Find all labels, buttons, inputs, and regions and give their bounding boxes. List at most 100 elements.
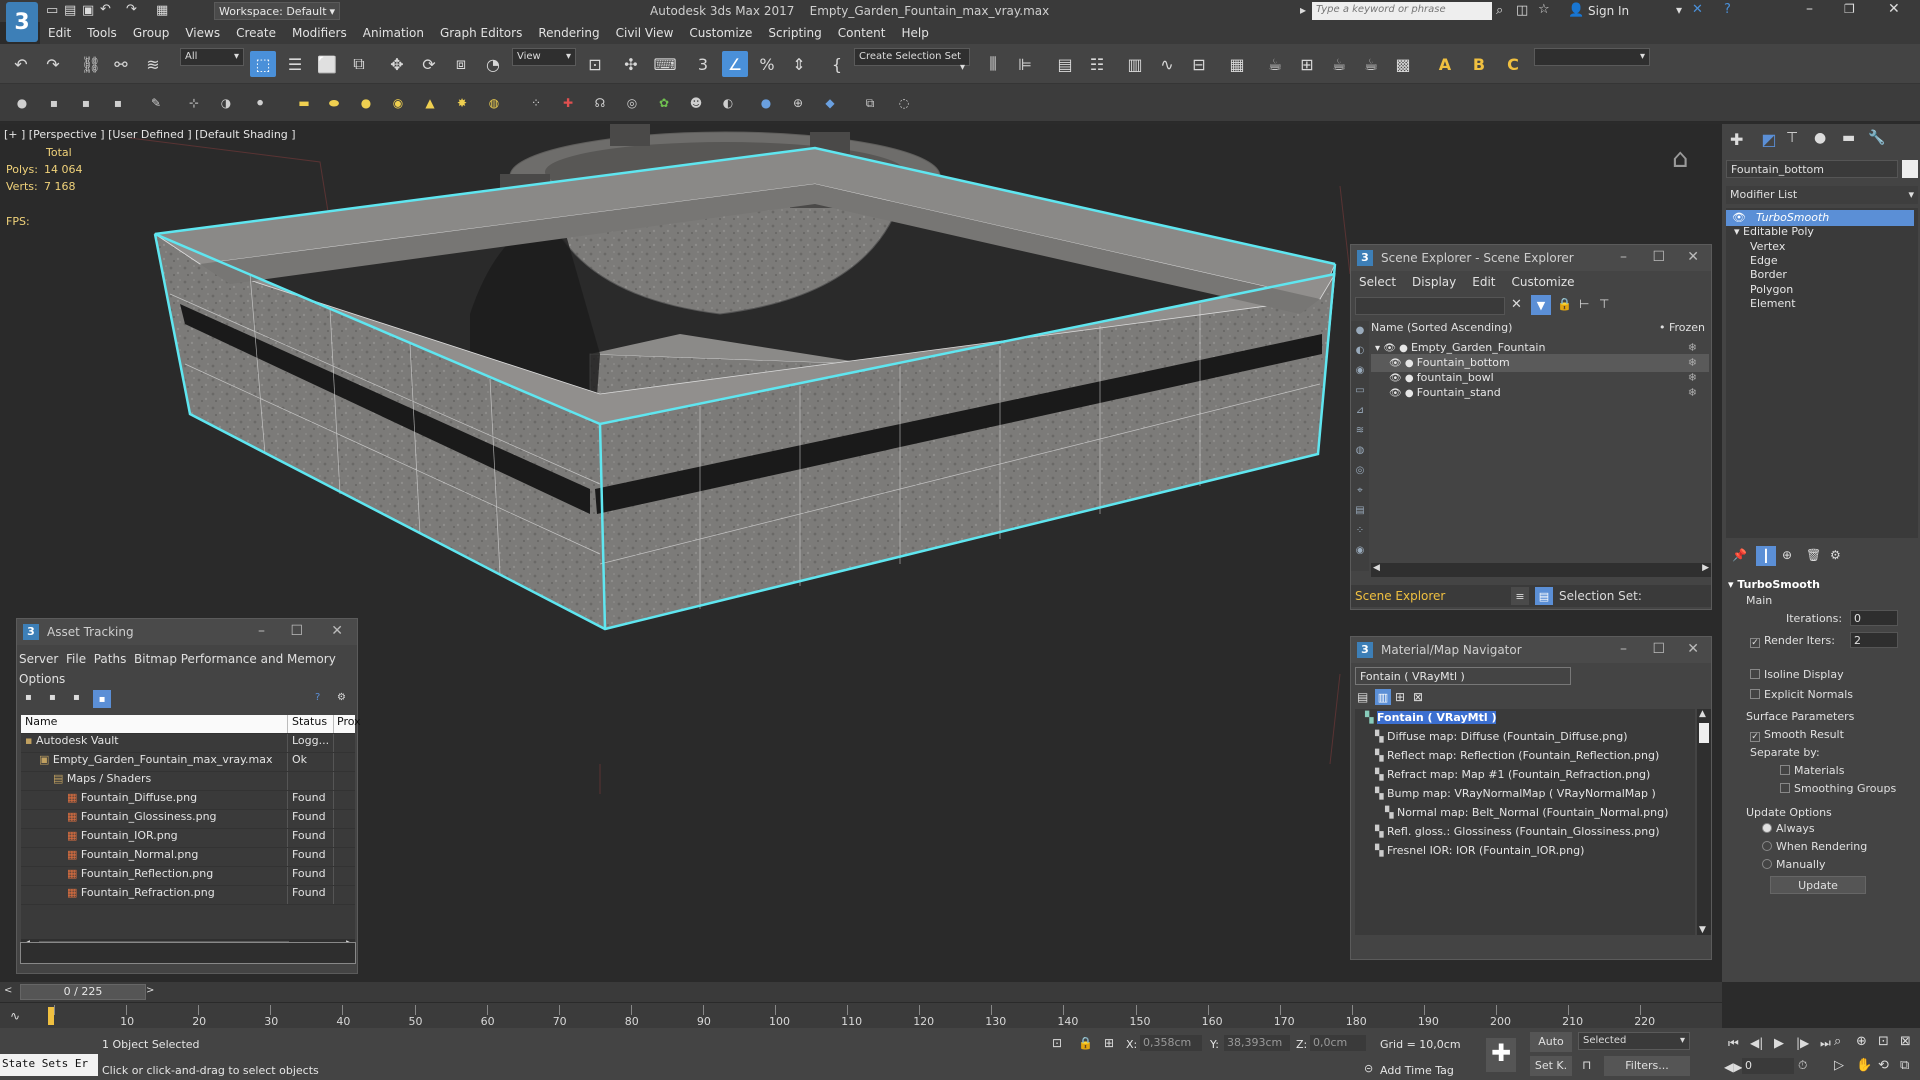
populate-icon[interactable]: ◎: [622, 93, 642, 113]
brush-icon[interactable]: ✎: [146, 93, 166, 113]
object-name-input[interactable]: Fountain_bottom: [1726, 160, 1898, 178]
menu-customize[interactable]: Customize: [681, 22, 760, 40]
figure-mode-icon[interactable]: ◐: [718, 93, 738, 113]
material-vscrollbar[interactable]: ▲ ▼: [1697, 709, 1711, 935]
layer-manager-icon[interactable]: ●: [12, 93, 32, 113]
scroll-left-icon[interactable]: ◀: [1373, 563, 1380, 573]
percent-snap-icon[interactable]: %: [754, 51, 780, 77]
play-icon[interactable]: ▶: [1774, 1036, 1784, 1051]
rectangular-selection-icon[interactable]: ⬜: [314, 51, 340, 77]
select-and-link-icon[interactable]: ⛓: [78, 51, 104, 77]
previous-frame-icon[interactable]: ◀|: [1750, 1036, 1763, 1050]
asset-row[interactable]: ▦ Fountain_Refraction.png Found: [21, 886, 355, 905]
at-menu-server[interactable]: Server: [19, 652, 58, 666]
small-icons-icon[interactable]: ⊞: [1395, 690, 1405, 704]
workspace-dropdown[interactable]: Workspace: Default ▾: [214, 2, 340, 20]
sub-object-level-item[interactable]: Element: [1726, 296, 1914, 312]
named-selection-set-dropdown[interactable]: Create Selection Set ▾: [854, 48, 970, 73]
close-icon[interactable]: ✕: [1687, 641, 1699, 657]
material-editor-icon[interactable]: ▦: [1224, 51, 1250, 77]
scene-explorer-titlebar[interactable]: 3 Scene Explorer - Scene Explorer – ☐ ✕: [1351, 245, 1711, 271]
material-tree-item[interactable]: ▚ Fontain ( VRayMtl ): [1355, 709, 1695, 728]
bone-icon[interactable]: ✚: [558, 93, 578, 113]
create-tab-icon[interactable]: ✚: [1730, 130, 1743, 149]
lock-icon[interactable]: 🔒: [1557, 297, 1572, 311]
toggle-scene-explorer-icon[interactable]: ▤: [1052, 51, 1078, 77]
save-file-icon[interactable]: ▣: [82, 3, 94, 18]
material-tree-item[interactable]: ▚ Normal map: Belt_Normal (Fountain_Norm…: [1355, 804, 1695, 823]
scene-search-input[interactable]: [1355, 297, 1505, 315]
material-tree-item[interactable]: ▚ Fresnel IOR: IOR (Fountain_IOR.png): [1355, 842, 1695, 861]
toggle-ribbon-icon[interactable]: ▥: [1122, 51, 1148, 77]
menu-content[interactable]: Content: [830, 22, 894, 40]
column-proxy[interactable]: Prox: [333, 715, 361, 733]
minimize-icon[interactable]: –: [1620, 249, 1627, 265]
toolbar-extra-dropdown[interactable]: ▾: [1534, 48, 1650, 66]
configure-modifier-sets-icon[interactable]: ⚙: [1830, 548, 1841, 562]
visibility-eye-icon[interactable]: 👁 ●: [1389, 373, 1417, 384]
minimize-icon[interactable]: –: [1620, 641, 1627, 657]
torus-primitive-icon[interactable]: ◉: [388, 93, 408, 113]
curve-editor-icon[interactable]: ∿: [1154, 51, 1180, 77]
menu-graph-editors[interactable]: Graph Editors: [432, 22, 530, 40]
scroll-thumb[interactable]: [1699, 723, 1709, 743]
large-icons-icon[interactable]: ⊠: [1413, 690, 1423, 704]
new-file-icon[interactable]: ▭: [46, 3, 58, 18]
motion-tab-icon[interactable]: ●: [1814, 130, 1826, 146]
asset-row[interactable]: ▣ Empty_Garden_Fountain_max_vray.max Ok: [21, 753, 355, 772]
menu-help[interactable]: Help: [894, 22, 937, 40]
particle-icon[interactable]: ⁘: [526, 93, 546, 113]
geosphere-icon[interactable]: ◍: [484, 93, 504, 113]
new-layer-icon[interactable]: ▪: [44, 93, 64, 113]
absolute-mode-icon[interactable]: ⊞: [1104, 1036, 1114, 1050]
menu-rendering[interactable]: Rendering: [530, 22, 607, 40]
box-primitive-icon[interactable]: ▬: [294, 93, 314, 113]
close-icon[interactable]: ✕: [1687, 249, 1699, 265]
spinner-snap-icon[interactable]: ⇕: [786, 51, 812, 77]
table-view-icon[interactable]: ▪: [73, 692, 80, 703]
column-status[interactable]: Status: [287, 715, 333, 733]
user-icon[interactable]: 👤: [1568, 3, 1584, 18]
xref-icon[interactable]: ⧉: [860, 93, 880, 113]
asset-row[interactable]: ▦ Fountain_Glossiness.png Found: [21, 810, 355, 829]
restore-icon[interactable]: ❐: [1844, 2, 1855, 16]
project-folder-icon[interactable]: ▦: [156, 3, 168, 18]
next-frame-icon[interactable]: |▶: [1796, 1036, 1809, 1050]
list-view-icon[interactable]: ▪: [49, 692, 56, 703]
autodesk-exchange-icon[interactable]: ✕: [1692, 2, 1703, 17]
scroll-right-icon[interactable]: ▶: [1702, 563, 1709, 573]
redo-icon[interactable]: ↷: [40, 51, 66, 77]
material-tree-item[interactable]: ▚ Refract map: Map #1 (Fountain_Refracti…: [1355, 766, 1695, 785]
utilities-tab-icon[interactable]: 🔧: [1868, 130, 1885, 146]
visibility-eye-icon[interactable]: 👁 ●: [1389, 388, 1417, 399]
menu-tools[interactable]: Tools: [79, 22, 125, 40]
menu-animation[interactable]: Animation: [355, 22, 432, 40]
turbosmooth-rollout-title[interactable]: ▾ TurboSmooth: [1728, 578, 1820, 591]
make-unique-icon[interactable]: ⊕: [1782, 548, 1792, 562]
layer-hierarchy-icon[interactable]: ⊤: [1599, 297, 1609, 311]
display-tab-icon[interactable]: ▬: [1842, 130, 1855, 146]
minimize-icon[interactable]: –: [1806, 1, 1813, 17]
render-iters-checkbox[interactable]: ✓ Render Iters:: [1750, 634, 1835, 648]
object-color-swatch[interactable]: [1902, 160, 1918, 178]
iterations-spinner[interactable]: 0: [1850, 610, 1898, 626]
maximize-viewport-icon[interactable]: ⧉: [1900, 1058, 1909, 1073]
freeze-icon[interactable]: ❄: [1688, 356, 1697, 369]
container-icon[interactable]: ◆: [820, 93, 840, 113]
asset-row[interactable]: ▪ Autodesk Vault Logg...: [21, 734, 355, 753]
material-navigator-window[interactable]: 3 Material/Map Navigator – ☐ ✕ Fontain (…: [1350, 636, 1712, 960]
key-filters-button[interactable]: Filters...: [1604, 1056, 1690, 1076]
cylinder-primitive-icon[interactable]: ⬬: [324, 93, 344, 113]
vray-c-icon[interactable]: C: [1500, 51, 1526, 77]
se-menu-select[interactable]: Select: [1351, 271, 1404, 293]
help-icon[interactable]: ?: [315, 692, 320, 703]
open-file-icon[interactable]: ▤: [64, 3, 76, 18]
go-to-start-icon[interactable]: ⏮: [1728, 1036, 1739, 1051]
tree-view-icon[interactable]: ▪: [93, 690, 111, 708]
asset-row[interactable]: ▤ Maps / Shaders: [21, 772, 355, 791]
remove-modifier-icon[interactable]: 🗑: [1806, 548, 1821, 562]
se-menu-display[interactable]: Display: [1404, 271, 1464, 293]
close-icon[interactable]: ✕: [331, 623, 343, 639]
update-button[interactable]: Update: [1770, 876, 1866, 894]
hierarchy-tab-icon[interactable]: ⊤: [1786, 130, 1798, 146]
